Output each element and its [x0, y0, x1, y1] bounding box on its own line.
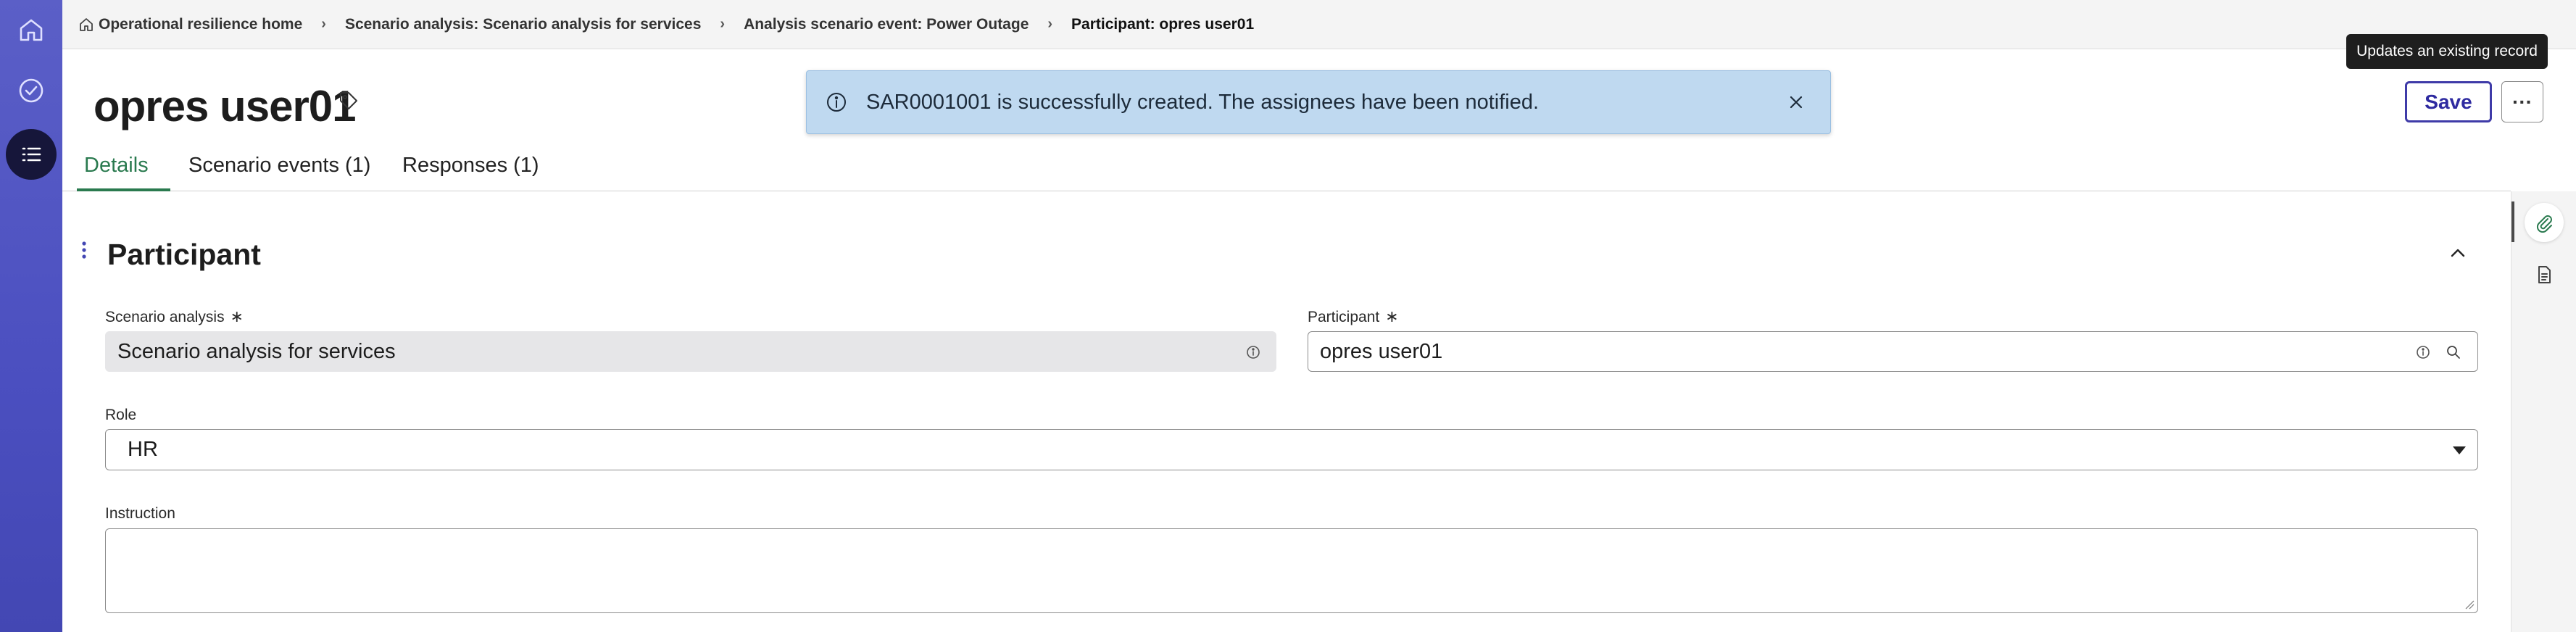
app-root: Operational resilience home › Scenario a… [0, 0, 2576, 632]
breadcrumb-home[interactable]: Operational resilience home [78, 16, 302, 33]
breadcrumb-label: Scenario analysis: Scenario analysis for… [344, 15, 702, 33]
info-icon [827, 93, 846, 112]
record-tabs: Details Scenario events (1) Responses (1… [62, 144, 2511, 191]
save-button[interactable]: Save [2405, 81, 2492, 122]
participant-field[interactable]: opres user01 [1308, 331, 2478, 372]
chevron-right-icon: › [720, 16, 726, 32]
chevron-right-icon: › [1047, 16, 1053, 32]
tab-scenario-events[interactable]: Scenario events (1) [188, 154, 370, 191]
rail-tasks-button[interactable] [6, 65, 57, 116]
info-icon[interactable] [2415, 344, 2431, 360]
document-button[interactable] [2525, 255, 2564, 294]
breadcrumb: Operational resilience home › Scenario a… [62, 0, 2576, 49]
search-icon[interactable] [2446, 344, 2461, 360]
breadcrumb-label: Analysis scenario event: Power Outage [744, 15, 1029, 33]
breadcrumb-label: Operational resilience home [99, 15, 303, 33]
required-mark: ∗ [230, 307, 244, 325]
home-icon [80, 17, 93, 31]
breadcrumb-scenario-analysis[interactable]: Scenario analysis: Scenario analysis for… [345, 16, 701, 33]
participant-label: Participant ∗ [1308, 307, 1399, 326]
more-actions-button[interactable]: ··· [2501, 81, 2543, 122]
caret-down-icon [2453, 446, 2466, 454]
tab-responses[interactable]: Responses (1) [402, 154, 539, 191]
section-title: Participant [107, 238, 261, 271]
document-icon [2538, 266, 2551, 283]
select-value: HR [128, 438, 158, 461]
save-tooltip: Updates an existing record [2346, 34, 2548, 69]
page-title: opres user01 [94, 82, 357, 130]
scenario-analysis-field[interactable]: Scenario analysis for services [105, 331, 1276, 372]
label-text: Participant [1308, 309, 1380, 325]
required-mark: ∗ [1385, 307, 1399, 325]
chevron-up-icon[interactable] [2446, 241, 2470, 265]
breadcrumb-scenario-event[interactable]: Analysis scenario event: Power Outage [744, 16, 1029, 33]
left-nav-rail [0, 0, 62, 632]
label-text: Scenario analysis [105, 309, 225, 325]
success-toast: SAR0001001 is successfully created. The … [806, 70, 1831, 134]
resize-grip-icon[interactable] [2464, 599, 2475, 610]
right-utility-rail [2511, 191, 2576, 632]
role-label: Role [105, 407, 137, 423]
check-circle-icon [19, 78, 43, 103]
scenario-analysis-label: Scenario analysis ∗ [105, 307, 244, 326]
active-indicator [2511, 201, 2514, 242]
field-value: opres user01 [1320, 339, 1443, 363]
breadcrumb-participant: Participant: opres user01 [1071, 16, 1254, 33]
role-select[interactable]: HR [105, 429, 2478, 470]
rail-home-button[interactable] [6, 4, 57, 55]
instruction-textarea[interactable] [105, 528, 2478, 613]
tag-icon[interactable] [338, 90, 360, 112]
chevron-right-icon: › [321, 16, 326, 32]
tab-details[interactable]: Details [77, 154, 170, 191]
instruction-label: Instruction [105, 505, 175, 522]
info-icon[interactable] [1245, 344, 1261, 360]
field-value: Scenario analysis for services [117, 339, 396, 363]
close-icon[interactable] [1785, 91, 1807, 113]
drag-handle-icon[interactable] [80, 241, 88, 261]
attachments-button[interactable] [2525, 203, 2564, 242]
paperclip-icon [2536, 215, 2552, 233]
breadcrumb-label: Participant: opres user01 [1071, 15, 1255, 33]
rail-list-button[interactable] [6, 129, 57, 180]
home-icon [20, 19, 43, 41]
toast-message: SAR0001001 is successfully created. The … [866, 90, 1540, 114]
list-icon [22, 147, 41, 162]
